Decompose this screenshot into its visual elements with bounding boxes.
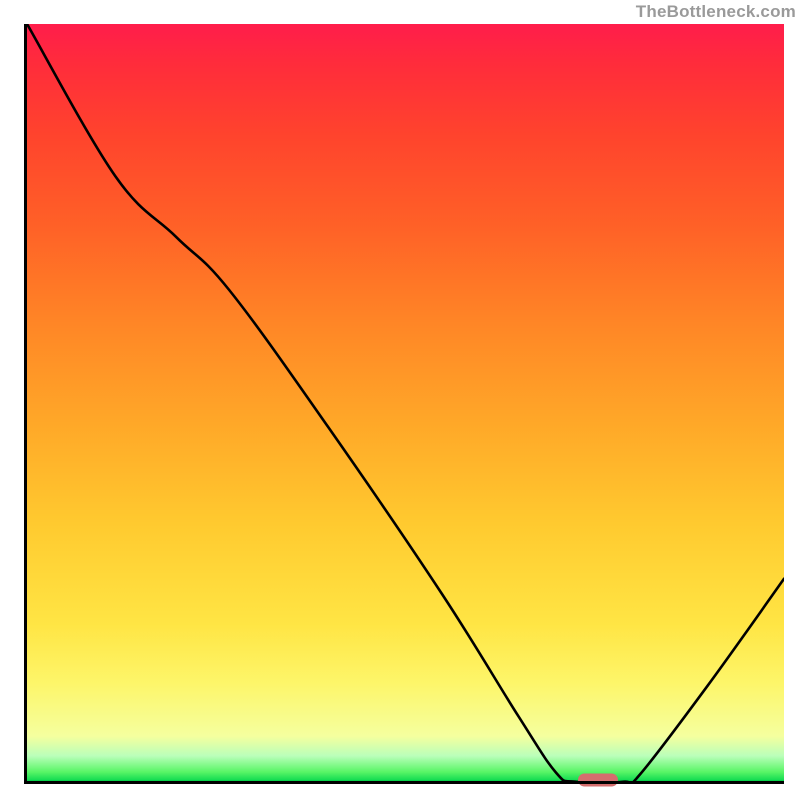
curve-path bbox=[27, 24, 784, 784]
plot-area bbox=[24, 24, 784, 784]
bottleneck-curve bbox=[24, 24, 784, 784]
optimal-marker bbox=[578, 774, 618, 787]
watermark-text: TheBottleneck.com bbox=[636, 2, 796, 22]
bottleneck-chart: TheBottleneck.com bbox=[0, 0, 800, 800]
